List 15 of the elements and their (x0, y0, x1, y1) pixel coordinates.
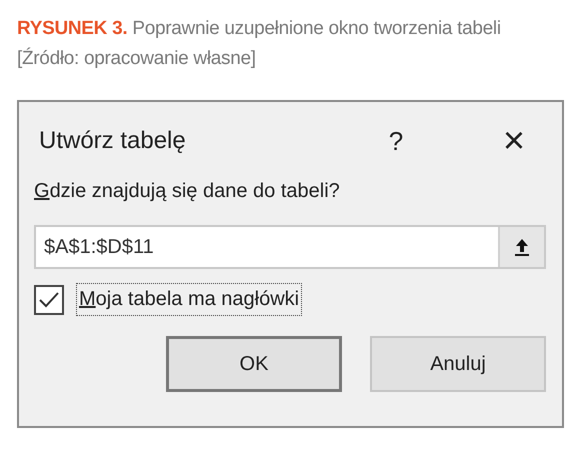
field-label: Gdzie znajdują się dane do tabeli? (34, 180, 341, 203)
cancel-button[interactable]: Anuluj (370, 336, 546, 392)
checkbox[interactable] (34, 284, 64, 314)
checkbox-label[interactable]: Moja tabela ma nagłówki (76, 283, 302, 316)
figure-label: RYSUNEK 3. (17, 18, 128, 39)
window-title: Utwórz tabelę (39, 127, 187, 155)
figure-source: [Źródło: opracowanie własne] (17, 46, 257, 71)
range-field[interactable]: $A$1:$D$11 (34, 225, 546, 269)
close-button[interactable]: × (484, 120, 544, 162)
upload-arrow-icon (514, 237, 530, 257)
collapse-button[interactable] (498, 227, 544, 267)
help-button[interactable]: ? (366, 126, 426, 156)
figure-caption: Poprawnie uzupełnione okno tworzenia tabeli (132, 18, 501, 39)
checkmark-icon (38, 290, 60, 308)
ok-button[interactable]: OK (166, 336, 342, 392)
